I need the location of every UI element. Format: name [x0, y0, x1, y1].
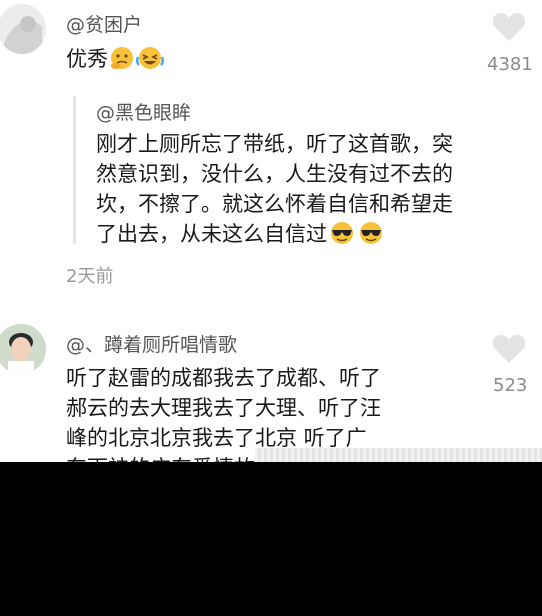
- cool-sunglasses-emoji: [357, 220, 385, 254]
- like-count: 4381: [487, 54, 533, 75]
- heart-icon[interactable]: [492, 12, 526, 42]
- reply-username[interactable]: @黑色眼眸: [96, 98, 191, 125]
- comment-text-line: 郝云的去大理我去了大理、听了汪: [66, 396, 381, 420]
- reply-text-line: 然意识到，没什么，人生没有过不去的: [96, 162, 453, 186]
- comment-text-line: 听了赵雷的成都我去了成都、听了: [66, 366, 381, 390]
- comment-text-content: 优秀: [66, 47, 108, 71]
- reply-text: 刚才上厕所忘了带纸，听了这首歌，突 然意识到，没什么，人生没有过不去的 坎，不擦…: [96, 129, 453, 254]
- blur-strip: [255, 448, 542, 462]
- comment-text: 优秀: [66, 44, 165, 79]
- black-overlay: [0, 462, 542, 616]
- avatar[interactable]: [0, 324, 46, 374]
- heart-icon[interactable]: [492, 334, 526, 364]
- reply-quote-bar: [73, 96, 76, 244]
- reply-text-line: 刚才上厕所忘了带纸，听了这首歌，突: [96, 132, 453, 156]
- reply-text-line: 了出去，从未这么自信过: [96, 219, 453, 254]
- laughing-crying-emoji: [135, 45, 165, 79]
- reply-text-line: 坎，不擦了。就这么怀着自信和希望走: [96, 192, 453, 216]
- comment-username[interactable]: @贫困户: [66, 10, 142, 37]
- comment-username[interactable]: @、蹲着厕所唱情歌: [66, 330, 237, 357]
- comment-timestamp: 2天前: [66, 266, 114, 287]
- thinking-face-emoji: [109, 45, 135, 79]
- cool-sunglasses-emoji: [328, 220, 356, 254]
- like-count: 523: [493, 375, 528, 396]
- reply-text-line-content: 了出去，从未这么自信过: [96, 222, 327, 246]
- avatar[interactable]: [0, 4, 46, 54]
